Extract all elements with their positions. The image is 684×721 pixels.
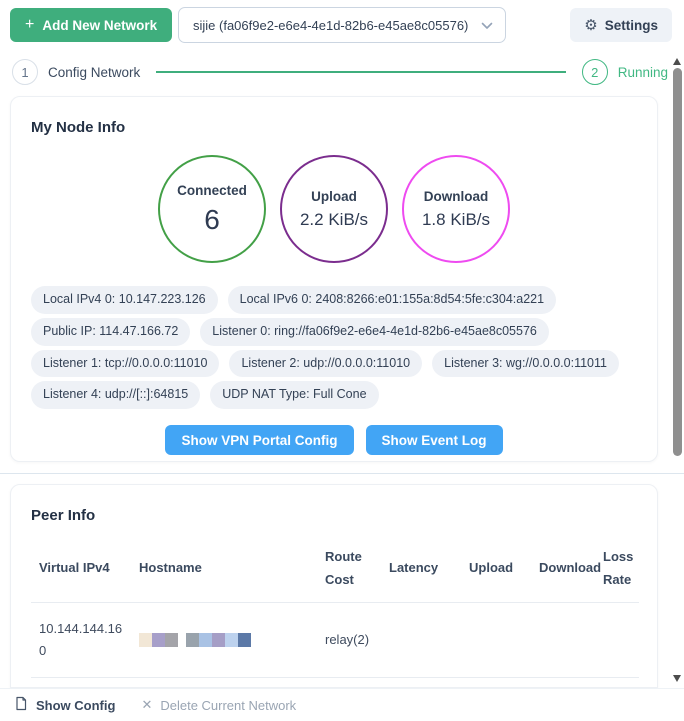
peer-virtual-ipv4: 10.144.144.160: [31, 602, 131, 677]
upload-stat-value: 2.2 KiB/s: [300, 210, 368, 230]
show-event-log-button[interactable]: Show Event Log: [366, 425, 503, 455]
connected-stat-circle: Connected 6: [158, 155, 266, 263]
redacted-hostname: [139, 632, 259, 647]
footer-bar: Show Config ✕ Delete Current Network: [0, 688, 684, 721]
step-2-circle[interactable]: 2: [582, 59, 608, 85]
scroll-up-arrow-icon[interactable]: [673, 58, 681, 65]
settings-button[interactable]: ⚙ Settings: [570, 8, 672, 42]
upload-stat-label: Upload: [311, 189, 357, 204]
peer-download: [531, 602, 595, 677]
connected-stat-value: 6: [204, 204, 220, 236]
close-icon: ✕: [141, 697, 152, 713]
tag-local-ipv4: Local IPv4 0: 10.147.223.126: [31, 286, 218, 314]
download-stat-circle: Download 1.8 KiB/s: [402, 155, 510, 263]
show-config-label: Show Config: [36, 698, 115, 713]
column-header-upload: Upload: [461, 536, 531, 602]
node-stats-row: Connected 6 Upload 2.2 KiB/s Download 1.…: [11, 155, 657, 263]
tag-listener-4: Listener 4: udp://[::]:64815: [31, 381, 200, 409]
tag-listener-1: Listener 1: tcp://0.0.0.0:11010: [31, 350, 219, 378]
peer-upload: 213.2 KiB: [461, 677, 531, 688]
column-header-route-cost: Route Cost: [317, 536, 381, 602]
tag-local-ipv6: Local IPv6 0: 2408:8266:e01:155a:8d54:5f…: [228, 286, 556, 314]
my-node-info-title: My Node Info: [11, 97, 657, 136]
settings-label: Settings: [605, 18, 658, 33]
peer-loss-rate: [595, 602, 639, 677]
table-row: 10.144.144.55 iZbp1e26yt6uz7cn5opiy2Z p2…: [31, 677, 639, 688]
peer-hostname: iZbp1e26yt6uz7cn5opiy2Z: [131, 677, 317, 688]
download-stat-value: 1.8 KiB/s: [422, 210, 490, 230]
peer-table-header-row: Virtual IPv4 Hostname Route Cost Latency…: [31, 536, 639, 602]
step-1-number: 1: [21, 65, 28, 80]
connected-stat-label: Connected: [177, 183, 247, 198]
peer-route-cost: relay(2): [317, 602, 381, 677]
delete-current-network-button[interactable]: ✕ Delete Current Network: [141, 697, 296, 713]
document-icon: [14, 696, 28, 714]
show-config-button[interactable]: Show Config: [14, 696, 115, 714]
peer-latency: [381, 602, 461, 677]
tag-listener-3: Listener 3: wg://0.0.0.0:11011: [432, 350, 619, 378]
vertical-scrollbar[interactable]: [671, 55, 684, 688]
delete-current-network-label: Delete Current Network: [160, 698, 296, 713]
show-vpn-portal-config-button[interactable]: Show VPN Portal Config: [165, 425, 353, 455]
peer-virtual-ipv4: 10.144.144.55: [31, 677, 131, 688]
add-new-network-label: Add New Network: [42, 18, 157, 33]
peer-latency: 42.812ms: [381, 677, 461, 688]
peer-info-title: Peer Info: [11, 485, 657, 524]
step-1-label: Config Network: [48, 65, 140, 80]
node-actions: Show VPN Portal Config Show Event Log: [11, 425, 657, 455]
download-stat-label: Download: [424, 189, 489, 204]
scrollbar-thumb[interactable]: [673, 68, 682, 456]
stepper-connector-line: [156, 71, 565, 73]
stepper: 1 Config Network 2 Running: [12, 57, 668, 87]
column-header-latency: Latency: [381, 536, 461, 602]
my-node-info-card: My Node Info Connected 6 Upload 2.2 KiB/…: [10, 96, 658, 462]
step-2-number: 2: [591, 65, 598, 80]
step-1-circle[interactable]: 1: [12, 59, 38, 85]
peer-upload: [461, 602, 531, 677]
gear-icon: ⚙: [584, 18, 597, 33]
peer-table: Virtual IPv4 Hostname Route Cost Latency…: [31, 536, 639, 688]
tag-udp-nat-type: UDP NAT Type: Full Cone: [210, 381, 378, 409]
top-toolbar: + Add New Network sijie (fa06f9e2-e6e4-4…: [0, 0, 684, 50]
peer-route-cost: p2p: [317, 677, 381, 688]
peer-info-card: Peer Info Virtual IPv4 Hostname Route Co…: [10, 484, 658, 688]
step-2-label: Running: [618, 65, 668, 80]
peer-loss-rate: 0%: [595, 677, 639, 688]
peer-download: 57.7 KiB: [531, 677, 595, 688]
column-header-virtual-ipv4: Virtual IPv4: [31, 536, 131, 602]
add-new-network-button[interactable]: + Add New Network: [10, 8, 172, 42]
node-info-tags: Local IPv4 0: 10.147.223.126 Local IPv6 …: [31, 286, 637, 409]
scroll-down-arrow-icon[interactable]: [673, 675, 681, 682]
network-select[interactable]: sijie (fa06f9e2-e6e4-4e1d-82b6-e45ae8c05…: [178, 7, 506, 43]
column-header-hostname: Hostname: [131, 536, 317, 602]
section-divider: [0, 473, 684, 474]
tag-public-ip: Public IP: 114.47.166.72: [31, 318, 190, 346]
chevron-down-icon: [481, 18, 493, 33]
table-row: 10.144.144.160 relay(2): [31, 602, 639, 677]
column-header-download: Download: [531, 536, 595, 602]
tag-listener-0: Listener 0: ring://fa06f9e2-e6e4-4e1d-82…: [200, 318, 549, 346]
plus-icon: +: [25, 17, 34, 33]
upload-stat-circle: Upload 2.2 KiB/s: [280, 155, 388, 263]
column-header-loss-rate: Loss Rate: [595, 536, 639, 602]
network-select-value: sijie (fa06f9e2-e6e4-4e1d-82b6-e45ae8c05…: [193, 18, 481, 33]
tag-listener-2: Listener 2: udp://0.0.0.0:11010: [229, 350, 422, 378]
peer-hostname: [131, 602, 317, 677]
